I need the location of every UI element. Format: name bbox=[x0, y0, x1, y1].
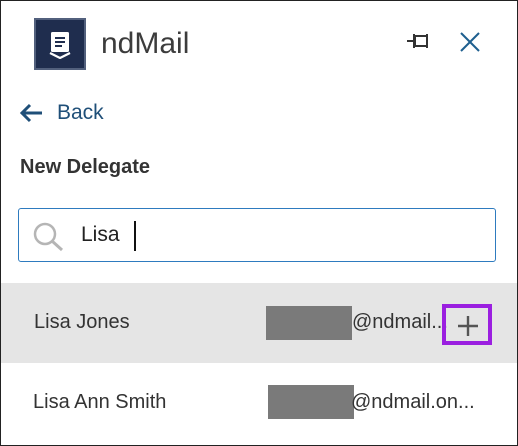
text-caret bbox=[134, 221, 136, 251]
search-input[interactable] bbox=[81, 219, 481, 251]
arrow-left-icon bbox=[19, 103, 43, 123]
close-icon[interactable] bbox=[458, 30, 482, 59]
back-label: Back bbox=[57, 101, 104, 124]
search-icon bbox=[33, 222, 65, 257]
results-list: Lisa Jones @ndmail... Lisa Ann Smith @nd… bbox=[1, 283, 517, 443]
app-title: ndMail bbox=[101, 27, 190, 60]
redacted-email-block bbox=[266, 306, 352, 340]
logo-icon bbox=[34, 18, 86, 70]
result-row[interactable]: Lisa Ann Smith @ndmail.on... bbox=[1, 363, 517, 443]
pin-icon[interactable] bbox=[405, 31, 435, 56]
result-email: @ndmail.on... bbox=[351, 391, 475, 413]
back-button[interactable]: Back bbox=[19, 99, 104, 127]
result-name: Lisa Jones bbox=[34, 311, 130, 333]
redacted-email-block bbox=[268, 385, 354, 419]
add-delegate-button[interactable] bbox=[442, 304, 492, 345]
result-name: Lisa Ann Smith bbox=[33, 391, 167, 413]
result-row[interactable]: Lisa Jones @ndmail... bbox=[1, 283, 517, 363]
delegate-panel: ndMail Back New Delegate Lisa Lisa Jones… bbox=[0, 0, 518, 446]
section-title: New Delegate bbox=[20, 156, 151, 178]
search-box[interactable] bbox=[18, 208, 496, 262]
panel-header: ndMail bbox=[1, 1, 517, 89]
plus-icon bbox=[458, 316, 478, 336]
result-email: @ndmail... bbox=[352, 311, 448, 333]
